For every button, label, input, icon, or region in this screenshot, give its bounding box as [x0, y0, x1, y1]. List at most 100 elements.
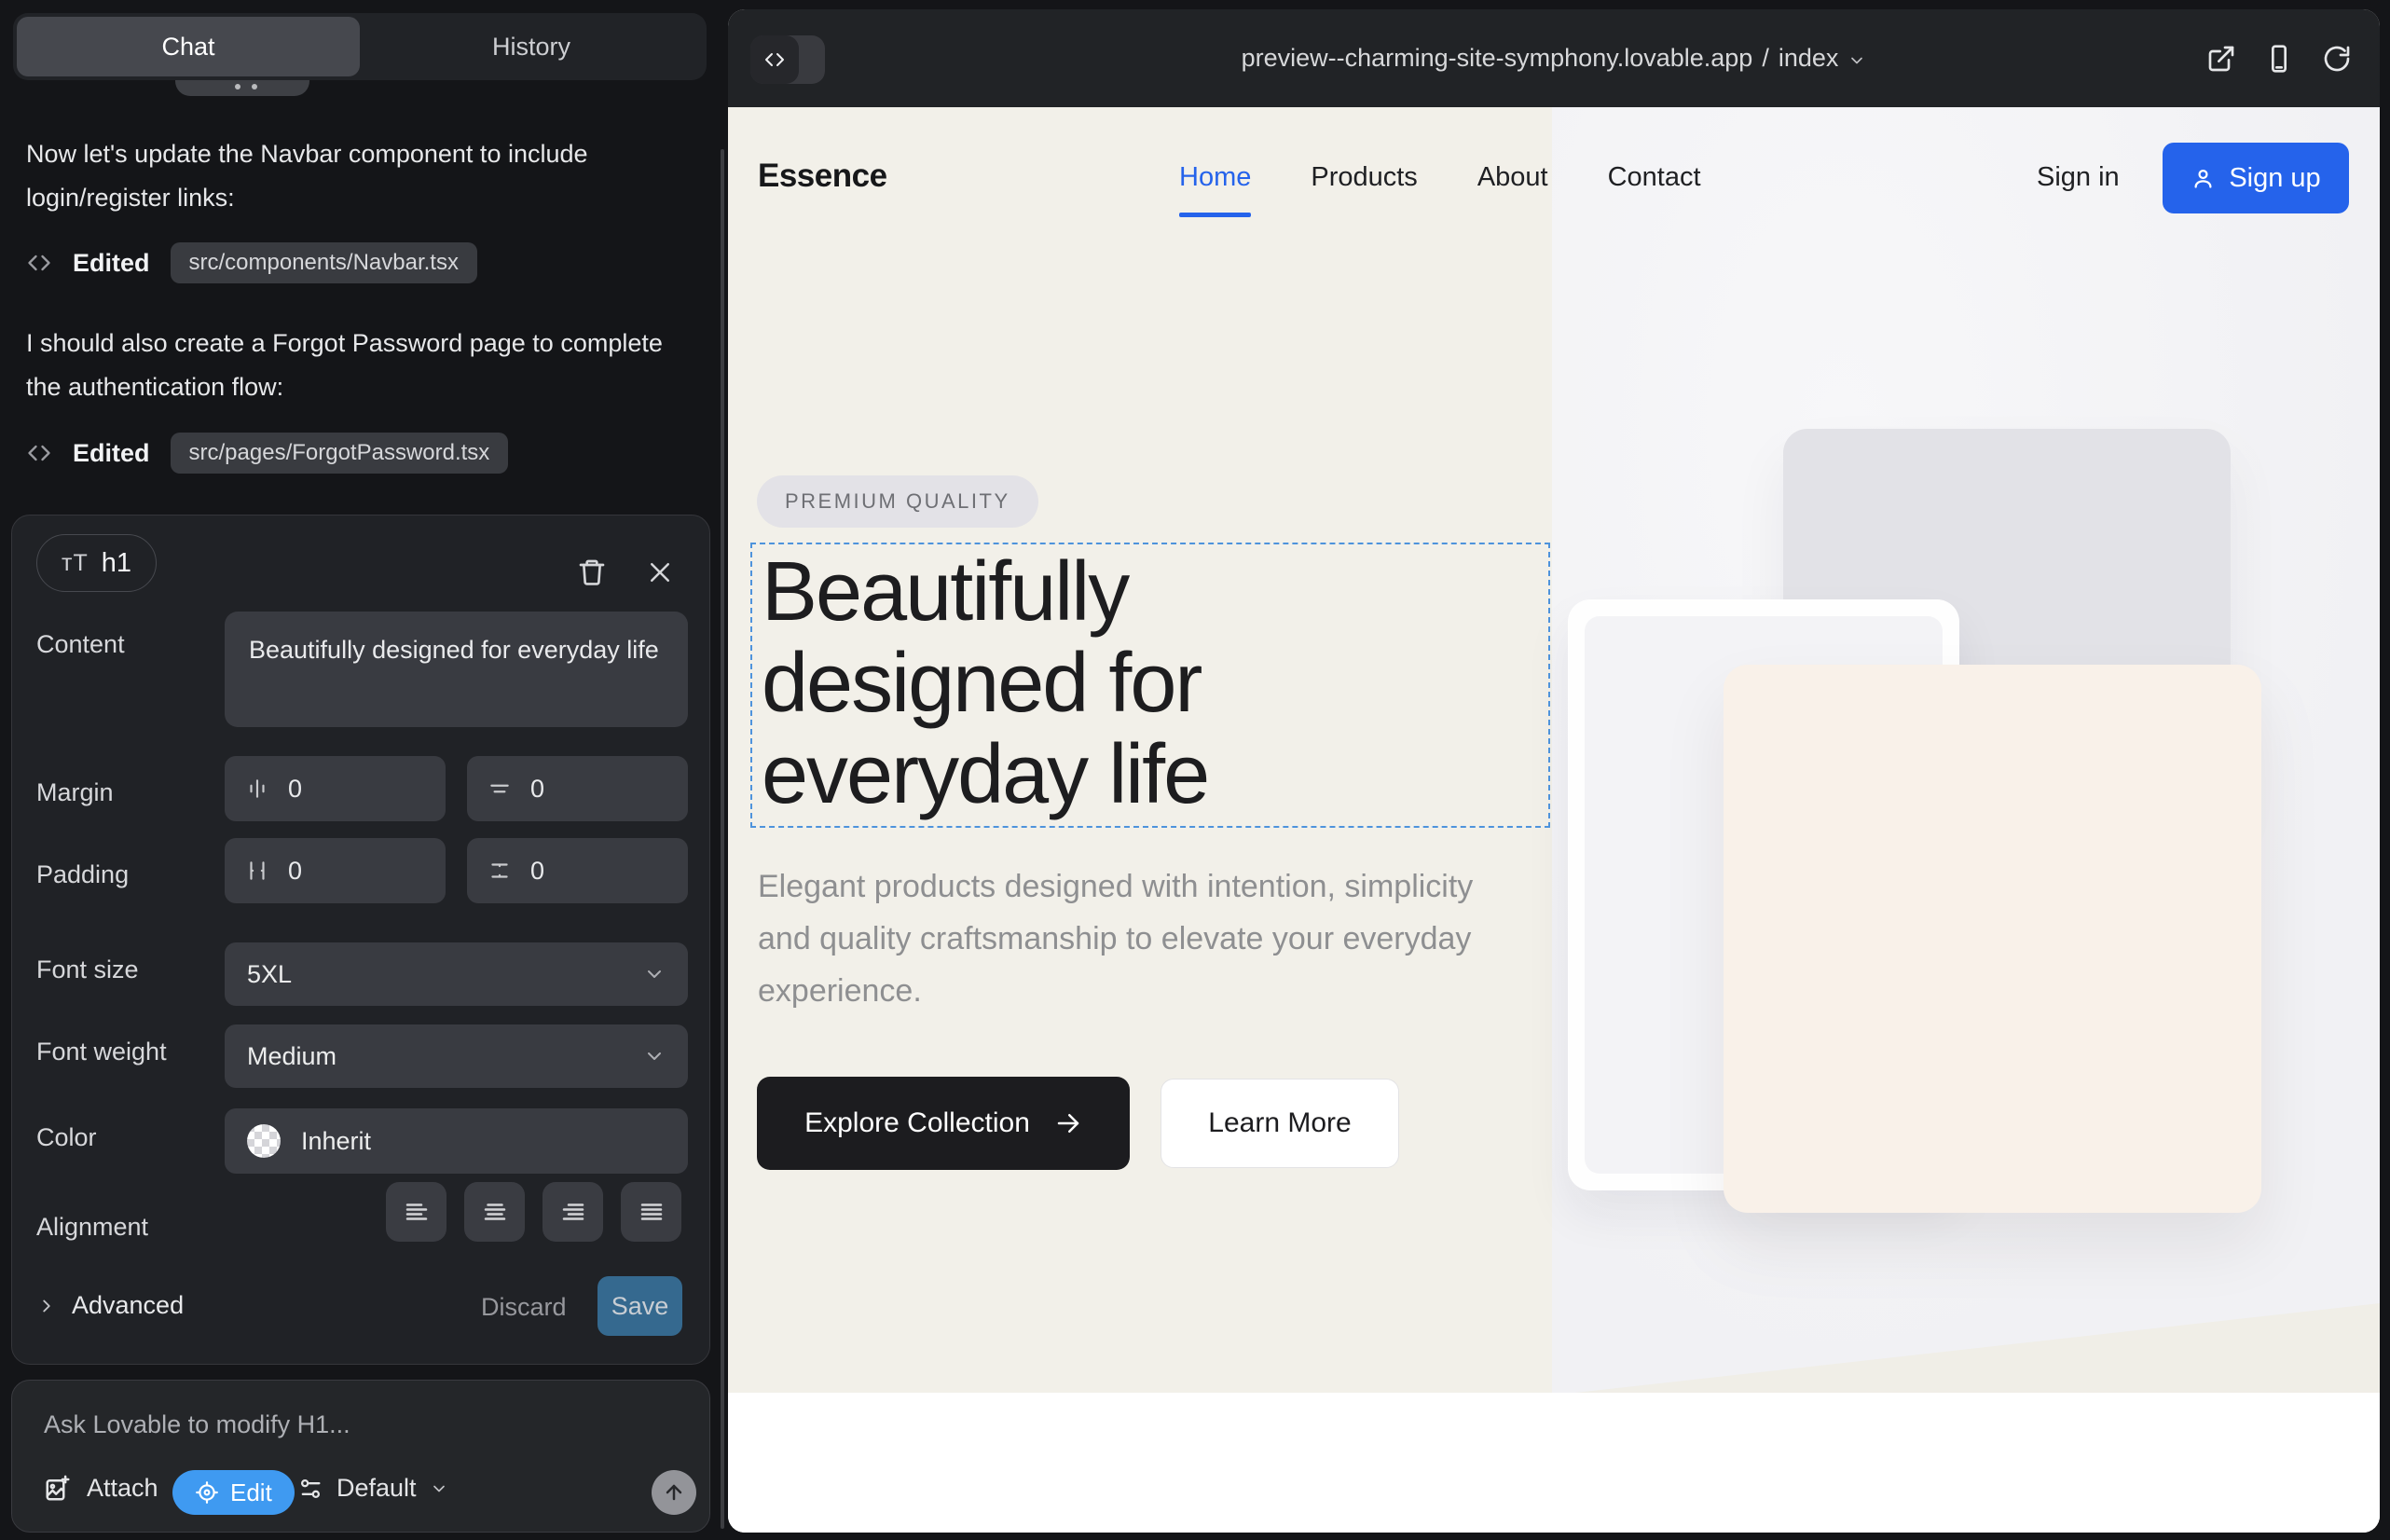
- nav-link-home[interactable]: Home: [1179, 162, 1251, 193]
- trash-icon: [577, 557, 607, 588]
- margin-x-value: 0: [288, 775, 302, 804]
- align-justify-icon: [638, 1198, 666, 1226]
- margin-label: Margin: [36, 778, 114, 807]
- nav-link-contact[interactable]: Contact: [1608, 162, 1701, 193]
- advanced-label: Advanced: [72, 1291, 184, 1320]
- nav-link-about[interactable]: About: [1477, 162, 1548, 193]
- font-weight-value: Medium: [247, 1042, 337, 1071]
- file-chip[interactable]: src/pages/ForgotPassword.tsx: [171, 433, 509, 474]
- open-external-icon[interactable]: [2206, 44, 2236, 74]
- settings-sliders-icon: [297, 1476, 323, 1502]
- refresh-icon[interactable]: [2322, 44, 2352, 74]
- scrolled-chip-partial: [175, 80, 309, 96]
- chevron-down-icon: [1847, 51, 1866, 70]
- edited-file-row: Edited src/components/Navbar.tsx: [26, 241, 477, 285]
- file-chip[interactable]: src/components/Navbar.tsx: [171, 242, 477, 283]
- site-logo[interactable]: Essence: [758, 158, 887, 195]
- sidebar-scrollbar[interactable]: [721, 149, 724, 1529]
- padding-x-input[interactable]: 0: [225, 838, 446, 903]
- dot: [252, 84, 257, 89]
- tab-chat[interactable]: Chat: [17, 17, 360, 76]
- padding-y-input[interactable]: 0: [467, 838, 688, 903]
- content-label: Content: [36, 630, 125, 659]
- attach-button[interactable]: Attach: [44, 1474, 158, 1503]
- margin-y-input[interactable]: 0: [467, 756, 688, 821]
- margin-x-input[interactable]: 0: [225, 756, 446, 821]
- chevron-down-icon: [430, 1479, 448, 1498]
- crosshair-icon: [195, 1480, 219, 1505]
- chat-sidebar: Chat History Now let's update the Navbar…: [0, 0, 727, 1540]
- site-preview: Essence Home Products About Contact Sign…: [728, 107, 2380, 1533]
- margin-horizontal-icon: [245, 777, 269, 801]
- arrow-up-icon: [663, 1481, 685, 1504]
- arrow-right-icon: [1054, 1109, 1082, 1137]
- url-separator: /: [1762, 44, 1769, 73]
- element-editor-panel: тT h1 Content Beautifully designed for e…: [11, 515, 710, 1365]
- edit-mode-button[interactable]: Edit: [172, 1470, 295, 1515]
- sidebar-tab-bar: Chat History: [13, 13, 707, 80]
- save-button[interactable]: Save: [598, 1276, 682, 1336]
- hero-heading[interactable]: Beautifully designed for everyday life: [762, 546, 1208, 820]
- model-mode-dropdown[interactable]: Default: [297, 1474, 448, 1503]
- discard-button[interactable]: Discard: [481, 1293, 567, 1322]
- code-icon: [26, 250, 52, 276]
- send-button[interactable]: [652, 1470, 696, 1515]
- url-bar[interactable]: preview--charming-site-symphony.lovable.…: [728, 9, 2380, 107]
- chevron-down-icon: [643, 963, 666, 985]
- hero-heading-line: designed for: [762, 638, 1208, 729]
- preview-url: preview--charming-site-symphony.lovable.…: [1242, 44, 1753, 73]
- learn-more-button[interactable]: Learn More: [1161, 1079, 1399, 1168]
- mode-label: Default: [337, 1474, 417, 1503]
- font-weight-select[interactable]: Medium: [225, 1024, 688, 1088]
- selected-element-tag: h1: [102, 548, 131, 579]
- align-justify-button[interactable]: [621, 1182, 681, 1242]
- align-left-button[interactable]: [386, 1182, 446, 1242]
- hero-heading-line: everyday life: [762, 729, 1208, 820]
- assistant-message: Now let's update the Navbar component to…: [26, 132, 679, 220]
- advanced-toggle[interactable]: Advanced: [36, 1291, 184, 1320]
- font-size-value: 5XL: [247, 960, 292, 989]
- color-value: Inherit: [301, 1127, 371, 1156]
- tab-history[interactable]: History: [360, 17, 703, 76]
- preview-browser-window: preview--charming-site-symphony.lovable.…: [728, 9, 2380, 1533]
- image-plus-icon: [44, 1475, 72, 1503]
- assistant-message: I should also create a Forgot Password p…: [26, 322, 679, 409]
- chat-composer[interactable]: Ask Lovable to modify H1... Attach Edit …: [11, 1380, 710, 1533]
- hero-paragraph[interactable]: Elegant products designed with intention…: [758, 860, 1513, 1017]
- edited-label: Edited: [73, 249, 150, 278]
- chevron-right-icon: [36, 1296, 57, 1316]
- explore-collection-label: Explore Collection: [804, 1107, 1030, 1139]
- padding-vertical-icon: [488, 859, 512, 883]
- sign-up-label: Sign up: [2229, 163, 2320, 194]
- explore-collection-button[interactable]: Explore Collection: [757, 1077, 1130, 1170]
- code-icon: [26, 440, 52, 466]
- padding-y-value: 0: [530, 857, 544, 886]
- color-swatch: [247, 1124, 281, 1158]
- content-textarea[interactable]: Beautifully designed for everyday life: [225, 612, 688, 727]
- user-icon: [2191, 166, 2216, 191]
- hero-heading-line: Beautifully: [762, 546, 1208, 638]
- delete-element-button[interactable]: [577, 557, 607, 588]
- close-icon: [646, 558, 674, 586]
- align-center-button[interactable]: [464, 1182, 525, 1242]
- typography-icon: тT: [62, 550, 89, 577]
- font-weight-label: Font weight: [36, 1038, 167, 1066]
- close-editor-button[interactable]: [646, 558, 674, 586]
- align-right-button[interactable]: [543, 1182, 603, 1242]
- attach-label: Attach: [87, 1474, 158, 1503]
- url-page: index: [1779, 44, 1839, 73]
- composer-placeholder[interactable]: Ask Lovable to modify H1...: [44, 1410, 350, 1439]
- element-selection-outline[interactable]: Beautifully designed for everyday life: [750, 543, 1550, 828]
- align-center-icon: [481, 1198, 509, 1226]
- sign-up-button[interactable]: Sign up: [2163, 143, 2349, 213]
- sign-in-link[interactable]: Sign in: [2037, 162, 2120, 193]
- alignment-label: Alignment: [36, 1213, 148, 1242]
- nav-link-products[interactable]: Products: [1311, 162, 1417, 193]
- font-size-select[interactable]: 5XL: [225, 942, 688, 1006]
- mobile-preview-icon[interactable]: [2264, 44, 2294, 74]
- decorative-card-cream: [1724, 665, 2261, 1213]
- selected-element-pill[interactable]: тT h1: [36, 534, 157, 592]
- edit-label: Edit: [230, 1478, 272, 1507]
- color-picker-field[interactable]: Inherit: [225, 1108, 688, 1174]
- app-window: Chat History Now let's update the Navbar…: [0, 0, 2390, 1540]
